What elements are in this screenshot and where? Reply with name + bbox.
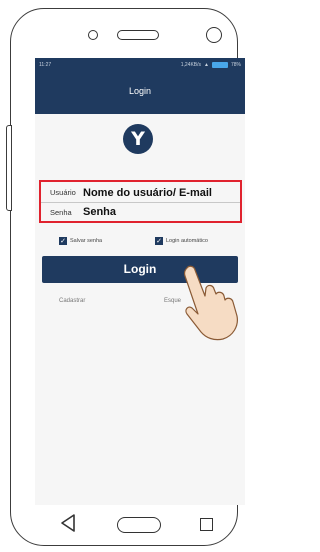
recent-square-icon[interactable] — [200, 518, 213, 531]
sensor-dot-icon — [88, 30, 98, 40]
speaker-grille-icon — [117, 30, 159, 40]
pointing-hand-icon — [184, 265, 238, 341]
app-bar: Login — [35, 72, 245, 114]
status-indicators: 1,24KB/s ▲ 78% — [181, 62, 241, 68]
app-logo: Y — [123, 124, 153, 154]
logo-letter: Y — [131, 128, 145, 150]
password-field[interactable]: Senha Senha — [41, 202, 240, 221]
status-bar: 11:27 1,24KB/s ▲ 78% — [35, 58, 245, 72]
battery-icon — [211, 62, 228, 68]
username-field[interactable]: Usuário Nome do usuário/ E-mail — [41, 183, 240, 202]
battery-percent: 78% — [230, 62, 241, 68]
save-password-label: Salvar senha — [70, 238, 103, 244]
back-triangle-icon[interactable] — [58, 512, 78, 534]
phone-screen: 11:27 1,24KB/s ▲ 78% Login Y Usuário Nom… — [35, 58, 245, 505]
status-time: 11:27 — [39, 62, 52, 68]
front-camera-icon — [206, 27, 222, 43]
home-pill-icon[interactable] — [117, 517, 161, 533]
checkbox-checked-icon[interactable]: ✓ — [59, 237, 67, 245]
password-input[interactable]: Senha — [81, 206, 116, 218]
volume-button — [6, 125, 12, 211]
password-label: Senha — [50, 207, 72, 217]
credentials-box: Usuário Nome do usuário/ E-mail Senha Se… — [39, 180, 242, 223]
network-speed: 1,24KB/s — [180, 62, 202, 68]
signal-icon: ▲ — [204, 62, 209, 68]
username-label: Usuário — [50, 188, 76, 197]
auto-login-label: Login automático — [166, 238, 208, 244]
username-input[interactable]: Nome do usuário/ E-mail — [81, 187, 212, 199]
page-title: Login — [128, 86, 152, 96]
auto-login-option[interactable]: ✓ Login automático — [155, 237, 208, 245]
checkbox-checked-icon[interactable]: ✓ — [155, 237, 163, 245]
save-password-option[interactable]: ✓ Salvar senha — [59, 237, 102, 245]
register-link[interactable]: Cadastrar — [59, 298, 85, 304]
